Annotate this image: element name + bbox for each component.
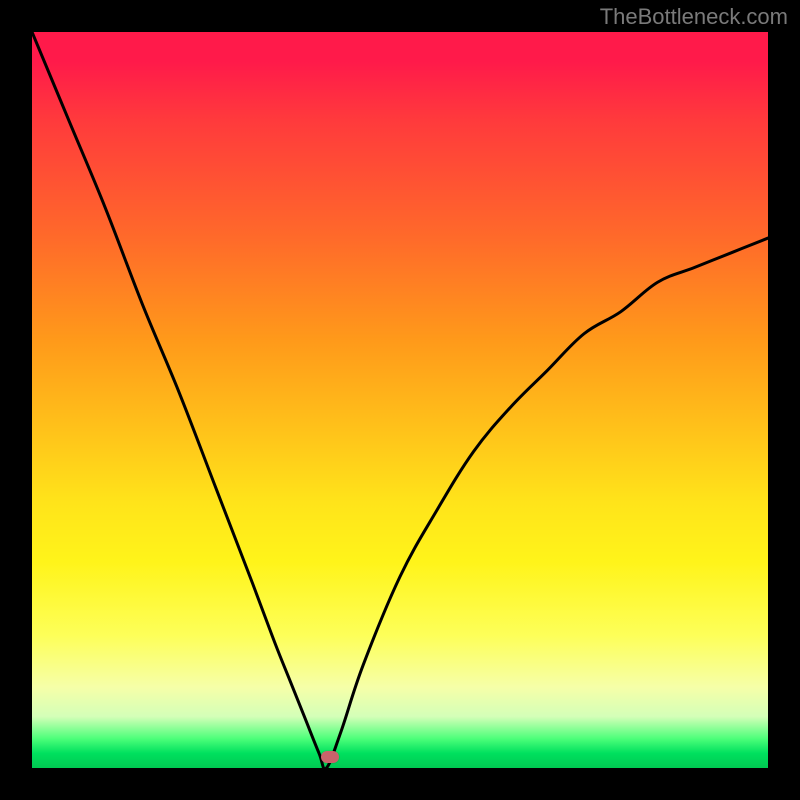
chart-plot-area xyxy=(32,32,768,768)
optimal-point-marker xyxy=(321,751,339,763)
bottleneck-curve xyxy=(32,32,768,768)
watermark-text: TheBottleneck.com xyxy=(600,4,788,30)
